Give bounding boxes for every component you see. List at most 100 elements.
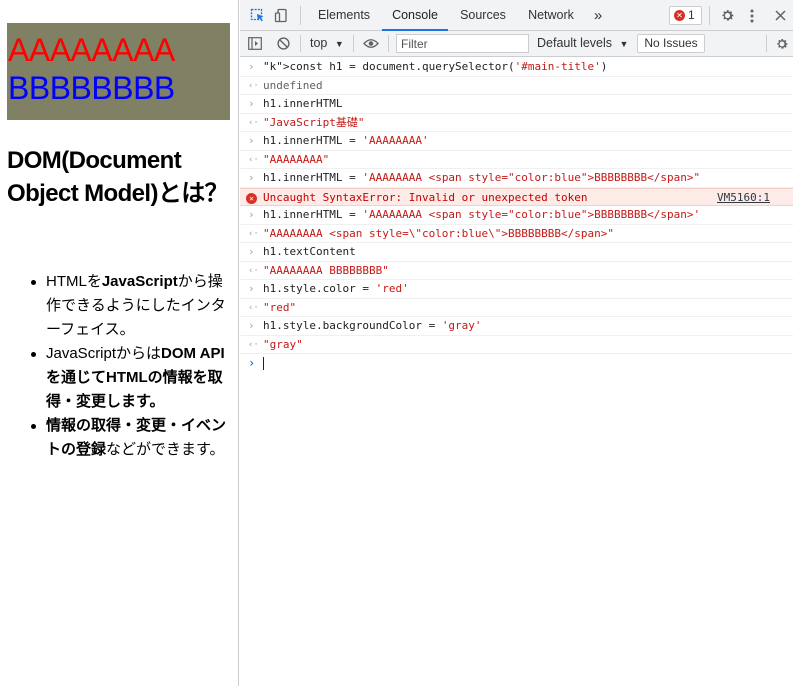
console-input-row[interactable]: › h1.innerHTML xyxy=(240,95,793,114)
console-text: h1.style.backgroundColor = 'gray' xyxy=(263,319,482,332)
output-return-icon: ‹· xyxy=(248,117,259,128)
web-page: AAAAAAAA BBBBBBBB DOM(Document Object Mo… xyxy=(0,0,239,686)
error-count-badge[interactable]: ✕ 1 xyxy=(669,6,702,25)
more-options-icon[interactable] xyxy=(745,0,759,31)
output-return-icon: ‹· xyxy=(248,339,259,350)
toolbar-divider xyxy=(353,35,354,52)
console-output-row[interactable]: ‹· "JavaScript基礎" xyxy=(240,114,793,132)
toolbar-divider xyxy=(766,35,767,52)
console-output-row[interactable]: ‹· undefined xyxy=(240,77,793,95)
console-output-row[interactable]: ‹· "AAAAAAAA BBBBBBBB" xyxy=(240,262,793,280)
list-text: などができます。 xyxy=(106,441,225,458)
prompt-chevron-icon: › xyxy=(248,356,256,370)
text-caret xyxy=(263,357,264,370)
close-icon[interactable] xyxy=(772,0,788,31)
console-output: › "k">const h1 = document.querySelector('… xyxy=(240,58,793,686)
console-output-row[interactable]: ‹· "AAAAAAAA" xyxy=(240,151,793,169)
console-text: "k">const h1 = document.querySelector('#… xyxy=(263,60,608,73)
title-blue-text: BBBBBBBB xyxy=(8,70,175,106)
console-input-row[interactable]: › "k">const h1 = document.querySelector('… xyxy=(240,58,793,77)
console-input-row[interactable]: › h1.innerHTML = 'AAAAAAAA <span style="c… xyxy=(240,169,793,188)
input-chevron-icon: › xyxy=(248,208,255,221)
more-tabs-button[interactable]: » xyxy=(590,0,606,31)
error-icon: ✕ xyxy=(246,192,257,204)
output-return-icon: ‹· xyxy=(248,80,259,91)
console-settings-gear-icon[interactable] xyxy=(773,31,791,56)
input-chevron-icon: › xyxy=(248,171,255,184)
input-chevron-icon: › xyxy=(248,97,255,110)
console-text: "JavaScript基礎" xyxy=(263,115,365,129)
list-item: 情報の取得・変更・イベントの登録などができます。 xyxy=(28,414,234,462)
toolbar-divider xyxy=(300,35,301,52)
console-toolbar: top ▼ Default levels ▼ No Issues xyxy=(240,31,793,57)
console-text: undefined xyxy=(263,78,323,92)
chevron-down-icon: ▼ xyxy=(334,39,344,49)
main-title: AAAAAAAA BBBBBBBB xyxy=(7,23,230,120)
output-return-icon: ‹· xyxy=(248,302,259,313)
context-value: top xyxy=(310,36,328,50)
console-rows: › "k">const h1 = document.querySelector('… xyxy=(240,58,793,354)
error-count: 1 xyxy=(688,8,695,22)
list-item: JavaScriptからはDOM APIを通じてHTMLの情報を取得・変更します… xyxy=(28,342,234,414)
console-text: h1.textContent xyxy=(263,245,356,258)
output-return-icon: ‹· xyxy=(248,228,259,239)
title-red-text: AAAAAAAA xyxy=(8,32,175,68)
console-text: h1.innerHTML = 'AAAAAAAA <span style="co… xyxy=(263,208,701,221)
tab-sources[interactable]: Sources xyxy=(454,0,512,31)
console-prompt[interactable]: › xyxy=(240,354,793,374)
eye-icon[interactable] xyxy=(360,31,382,56)
bold-text: JavaScript xyxy=(101,273,178,290)
console-output-row[interactable]: ‹· "gray" xyxy=(240,336,793,354)
device-toolbar-icon[interactable] xyxy=(272,0,290,31)
input-chevron-icon: › xyxy=(248,282,255,295)
tabbar-divider-right xyxy=(709,6,710,25)
input-chevron-icon: › xyxy=(248,245,255,258)
filter-input[interactable] xyxy=(396,34,529,53)
page-heading: DOM(Document Object Model)とは？ xyxy=(7,147,229,207)
console-input-row[interactable]: › h1.style.backgroundColor = 'gray' xyxy=(240,317,793,336)
console-text: "AAAAAAAA BBBBBBBB" xyxy=(263,263,389,277)
console-input-row[interactable]: › h1.innerHTML = 'AAAAAAAA <span style="c… xyxy=(240,206,793,225)
console-output-row[interactable]: ‹· "AAAAAAAA <span style=\"color:blue\">B… xyxy=(240,225,793,243)
settings-gear-icon[interactable] xyxy=(717,0,737,31)
console-input-row[interactable]: › h1.textContent xyxy=(240,243,793,262)
devtools-tabbar: Elements Console Sources Network » ✕ 1 xyxy=(240,0,793,31)
console-text: Uncaught SyntaxError: Invalid or unexpec… xyxy=(263,190,588,204)
chevron-down-icon: ▼ xyxy=(619,39,629,49)
clear-console-icon[interactable] xyxy=(274,31,292,56)
input-chevron-icon: › xyxy=(248,60,255,73)
inspect-element-icon[interactable] xyxy=(248,0,266,31)
console-text: "gray" xyxy=(263,337,303,351)
console-output-row[interactable]: ‹· "red" xyxy=(240,299,793,317)
console-text: "red" xyxy=(263,300,297,314)
toolbar-divider xyxy=(388,35,389,52)
console-text: "AAAAAAAA" xyxy=(263,152,330,166)
console-text: h1.innerHTML xyxy=(263,97,343,110)
console-text: "AAAAAAAA <span style=\"color:blue\">BBB… xyxy=(263,226,614,240)
tabbar-divider xyxy=(300,6,301,25)
tab-elements[interactable]: Elements xyxy=(312,0,376,31)
input-chevron-icon: › xyxy=(248,134,255,147)
console-text: h1.style.color = 'red' xyxy=(263,282,409,295)
output-return-icon: ‹· xyxy=(248,154,259,165)
list-text: JavaScriptからは xyxy=(46,345,162,362)
input-chevron-icon: › xyxy=(248,319,255,332)
console-input-row[interactable]: › h1.style.color = 'red' xyxy=(240,280,793,299)
log-levels-select[interactable]: Default levels ▼ xyxy=(537,31,628,56)
log-levels-value: Default levels xyxy=(537,36,613,50)
issues-button[interactable]: No Issues xyxy=(637,34,705,53)
list-text: HTMLを xyxy=(46,273,102,290)
tab-network[interactable]: Network xyxy=(520,0,582,31)
list-item: HTMLをJavaScriptから操作できるようにしたインターフェイス。 xyxy=(28,270,234,342)
output-return-icon: ‹· xyxy=(248,265,259,276)
error-source-link[interactable]: VM5160:1 xyxy=(717,189,770,206)
tab-console[interactable]: Console xyxy=(382,0,448,31)
context-select[interactable]: top ▼ xyxy=(310,31,344,56)
console-text: h1.innerHTML = 'AAAAAAAA' xyxy=(263,134,429,147)
console-error-row[interactable]: ✕ Uncaught SyntaxError: Invalid or unexpe… xyxy=(240,187,793,206)
bullet-list: HTMLをJavaScriptから操作できるようにしたインターフェイス。 Java… xyxy=(28,270,234,462)
console-input-row[interactable]: › h1.innerHTML = 'AAAAAAAA' xyxy=(240,132,793,151)
error-icon: ✕ xyxy=(674,10,685,21)
sidebar-toggle-icon[interactable] xyxy=(246,31,264,56)
devtools-panel: Elements Console Sources Network » ✕ 1 t… xyxy=(240,0,793,686)
